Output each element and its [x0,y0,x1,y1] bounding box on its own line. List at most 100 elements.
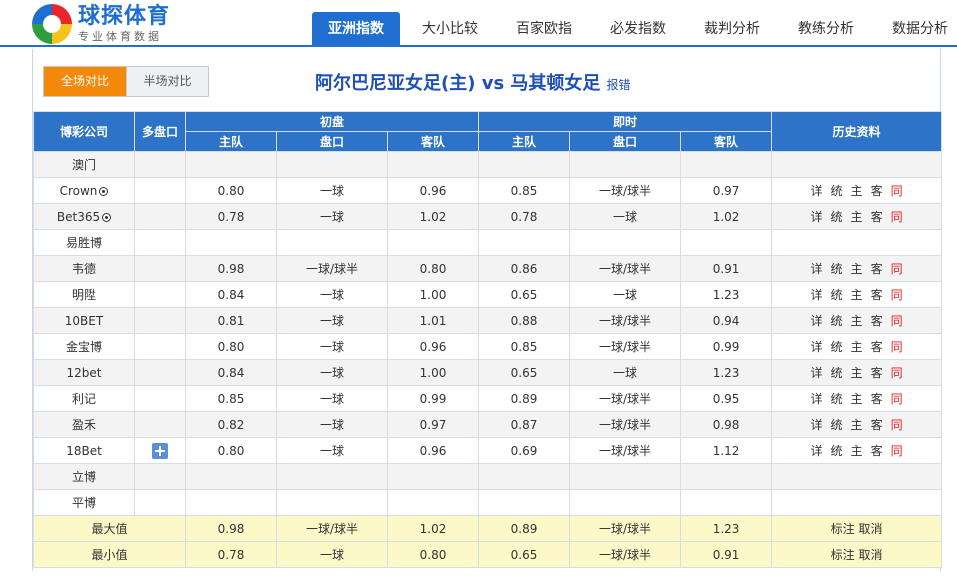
initial-handicap-cell: 一球 [276,385,388,412]
initial-handicap-cell: 一球/球半 [276,255,388,282]
history-link-stats[interactable]: 统 [831,208,843,225]
history-link-same[interactable]: 同 [891,312,903,329]
history-link-stats[interactable]: 统 [831,182,843,199]
history-link-same[interactable]: 同 [891,182,903,199]
live-handicap-cell: 一球/球半 [569,255,682,282]
history-link-away[interactable]: 客 [871,338,883,355]
history-link-same[interactable]: 同 [891,338,903,355]
history-link-home[interactable]: 主 [851,364,863,381]
history-link-stats[interactable]: 统 [831,260,843,277]
history-link-away[interactable]: 客 [871,260,883,277]
live-away-cell: 0.95 [680,385,773,412]
logo-text: 球探体育 专业体育数据 [78,6,170,43]
history-link-stats[interactable]: 统 [831,338,843,355]
live-handicap-cell: 一球 [569,203,682,230]
history-link-stats[interactable]: 统 [831,390,843,407]
history-link-detail[interactable]: 详 [811,416,823,433]
tab-betfair-index[interactable]: 必发指数 [594,12,682,47]
live-home-cell: 0.69 [478,437,571,464]
history-link-home[interactable]: 主 [851,208,863,225]
multi-handicap-cell [134,411,186,438]
history-link-same[interactable]: 同 [891,390,903,407]
history-link-home[interactable]: 主 [851,286,863,303]
history-link-away[interactable]: 客 [871,390,883,407]
history-link-detail[interactable]: 详 [811,286,823,303]
tab-data-analysis[interactable]: 数据分析 [876,12,957,47]
site-logo[interactable]: 球探体育 专业体育数据 [32,4,170,44]
report-error-link[interactable]: 报错 [606,76,630,93]
initial-handicap-cell [276,229,388,256]
history-link-away[interactable]: 客 [871,364,883,381]
history-link-away[interactable]: 客 [871,416,883,433]
tab-over-under[interactable]: 大小比较 [406,12,494,47]
history-link-detail[interactable]: 详 [811,364,823,381]
history-cell: 详统主客同 [771,437,943,464]
initial-away-cell [386,489,480,516]
history-link-away[interactable]: 客 [871,312,883,329]
history-link-home[interactable]: 主 [851,182,863,199]
history-link-home[interactable]: 主 [851,338,863,355]
initial-handicap-cell: 一球 [276,177,388,204]
company-cell: 18Bet [33,437,135,464]
full-match-button[interactable]: 全场对比 [44,67,126,96]
history-link-same[interactable]: 同 [891,208,903,225]
mark-link[interactable]: 标注 [831,522,855,536]
expand-plus-icon[interactable] [152,442,168,459]
history-link-stats[interactable]: 统 [831,364,843,381]
history-link-stats[interactable]: 统 [831,416,843,433]
history-link-detail[interactable]: 详 [811,442,823,459]
history-link-away[interactable]: 客 [871,442,883,459]
history-link-same[interactable]: 同 [891,364,903,381]
history-link-detail[interactable]: 详 [811,338,823,355]
live-away-cell [680,489,773,516]
live-away-cell: 1.23 [680,359,773,386]
live-away-cell: 1.02 [680,203,773,230]
cancel-link[interactable]: 取消 [858,548,882,562]
history-link-same[interactable]: 同 [891,416,903,433]
history-link-away[interactable]: 客 [871,286,883,303]
history-link-detail[interactable]: 详 [811,312,823,329]
history-link-home[interactable]: 主 [851,416,863,433]
history-link-detail[interactable]: 详 [811,390,823,407]
initial-away-cell [386,229,480,256]
half-match-button[interactable]: 半场对比 [126,67,208,96]
mark-link[interactable]: 标注 [831,548,855,562]
live-handicap-cell: 一球 [569,359,682,386]
live-handicap-cell [569,463,682,490]
summary-actions-cell: 标注 取消 [771,541,943,568]
live-handicap-cell: 一球/球半 [569,333,682,360]
history-link-detail[interactable]: 详 [811,260,823,277]
history-link-detail[interactable]: 详 [811,182,823,199]
tab-referee-analysis[interactable]: 裁判分析 [688,12,776,47]
history-link-same[interactable]: 同 [891,286,903,303]
live-home-cell: 0.78 [478,203,571,230]
history-link-detail[interactable]: 详 [811,208,823,225]
history-link-home[interactable]: 主 [851,390,863,407]
history-link-home[interactable]: 主 [851,260,863,277]
live-handicap-cell: 一球/球半 [569,385,682,412]
history-link-home[interactable]: 主 [851,442,863,459]
cancel-link[interactable]: 取消 [858,522,882,536]
history-link-home[interactable]: 主 [851,312,863,329]
live-home-cell: 0.86 [478,255,571,282]
history-link-away[interactable]: 客 [871,182,883,199]
history-link-same[interactable]: 同 [891,442,903,459]
table-row: 利记 0.85 一球 0.99 0.89 一球/球半 0.95 详统主客同 [33,385,943,412]
initial-home-cell: 0.80 [185,177,277,204]
tab-european-odds[interactable]: 百家欧指 [500,12,588,47]
history-link-away[interactable]: 客 [871,208,883,225]
history-cell [771,151,943,178]
history-link-stats[interactable]: 统 [831,312,843,329]
header-multi-handicap: 多盘口 [134,111,186,152]
live-home-summary-cell: 0.65 [478,541,571,568]
history-link-same[interactable]: 同 [891,260,903,277]
history-link-stats[interactable]: 统 [831,442,843,459]
tab-asian-odds[interactable]: 亚洲指数 [312,12,400,47]
history-link-stats[interactable]: 统 [831,286,843,303]
tab-coach-analysis[interactable]: 教练分析 [782,12,870,47]
header-live: 即时 [478,111,773,132]
company-name: 易胜博 [65,236,102,250]
live-handicap-cell [569,229,682,256]
multi-handicap-cell[interactable] [134,437,186,464]
initial-home-cell [185,463,277,490]
